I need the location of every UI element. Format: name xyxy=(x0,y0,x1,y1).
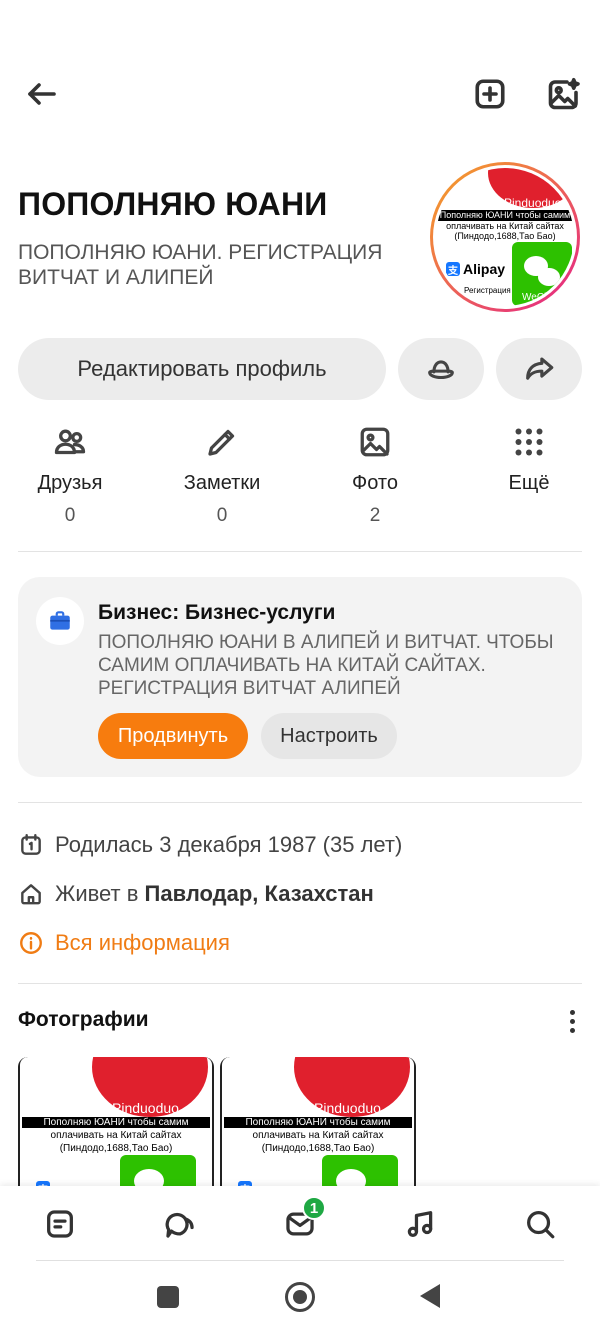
add-photo-sparkle-icon[interactable] xyxy=(540,70,588,118)
chat-bubbles-icon xyxy=(165,1212,194,1238)
profile-name: ПОПОЛНЯЮ ЮАНИ xyxy=(18,186,328,222)
stat-count: 0 xyxy=(64,505,76,526)
profile-status: ПОПОЛНЯЮ ЮАНИ. РЕГИСТРАЦИЯ ВИТЧАТ И АЛИП… xyxy=(18,241,383,289)
nav-feed[interactable] xyxy=(38,1202,82,1246)
birth-info: Родилась 3 декабря 1987 (35 лет) xyxy=(18,830,402,860)
setup-button[interactable]: Настроить xyxy=(261,713,397,759)
profile-actions: Редактировать профиль xyxy=(18,338,582,400)
promo-image: Pinduoduo Пополняю ЮАНИ чтобы самим опла… xyxy=(20,1057,212,1197)
pencil-icon xyxy=(208,429,235,456)
info-icon xyxy=(20,932,42,954)
system-navigation-bar xyxy=(0,1262,600,1332)
edit-profile-button[interactable]: Редактировать профиль xyxy=(18,338,386,400)
divider xyxy=(18,983,582,984)
stat-label: Друзья xyxy=(37,472,103,494)
music-note-icon xyxy=(407,1211,433,1237)
stat-more[interactable]: Ещё xyxy=(454,420,600,505)
stat-photos[interactable]: Фото 2 xyxy=(300,420,450,527)
more-options-icon[interactable] xyxy=(556,1004,588,1038)
system-back-icon[interactable] xyxy=(420,1284,440,1308)
hat-button[interactable] xyxy=(398,338,484,400)
location-info: Живет в Павлодар, Казахстан xyxy=(18,879,374,909)
back-arrow-icon[interactable] xyxy=(18,70,66,118)
add-post-icon[interactable] xyxy=(466,70,514,118)
recent-apps-icon[interactable] xyxy=(157,1286,179,1308)
divider xyxy=(36,1260,564,1261)
nav-search[interactable] xyxy=(518,1202,562,1246)
briefcase-icon xyxy=(36,597,84,645)
feed-icon xyxy=(47,1210,73,1238)
all-info-link[interactable]: Вся информация xyxy=(18,928,230,958)
business-card: Бизнес: Бизнес-услуги ПОПОЛНЯЮ ЮАНИ В АЛ… xyxy=(18,577,582,777)
photo-icon xyxy=(360,427,390,457)
home-button-icon[interactable] xyxy=(285,1282,315,1312)
top-bar xyxy=(0,60,600,128)
home-icon xyxy=(21,884,41,905)
business-title: Бизнес: Бизнес-услуги xyxy=(98,601,336,624)
friends-icon xyxy=(54,429,86,455)
nav-messages[interactable]: 1 xyxy=(278,1196,326,1246)
stat-count: 0 xyxy=(216,505,228,526)
photo-thumbnail[interactable]: Pinduoduo Пополняю ЮАНИ чтобы самим опла… xyxy=(220,1057,416,1197)
promo-image: Pinduoduo Пополняю ЮАНИ чтобы самим опла… xyxy=(222,1057,414,1197)
stat-notes[interactable]: Заметки 0 xyxy=(147,420,297,527)
stat-count: 2 xyxy=(369,505,381,526)
stat-label: Фото xyxy=(352,472,398,494)
divider xyxy=(18,802,582,803)
share-button[interactable] xyxy=(496,338,582,400)
profile-stats: Друзья 0 Заметки 0 Фото 2 Ещё xyxy=(0,420,600,530)
stat-label: Заметки xyxy=(183,472,261,494)
business-description: ПОПОЛНЯЮ ЮАНИ В АЛИПЕЙ И ВИТЧАТ. ЧТОБЫ С… xyxy=(98,632,554,699)
messages-badge: 1 xyxy=(302,1196,326,1220)
photos-section-title: Фотографии xyxy=(18,1008,149,1031)
stat-label: Ещё xyxy=(508,472,550,494)
hat-icon xyxy=(428,360,454,380)
stat-friends[interactable]: Друзья 0 xyxy=(0,420,145,527)
nav-discussions[interactable] xyxy=(158,1202,202,1246)
bottom-navigation: 1 xyxy=(0,1186,600,1262)
photo-thumbnail[interactable]: Pinduoduo Пополняю ЮАНИ чтобы самим опла… xyxy=(18,1057,214,1197)
search-icon xyxy=(527,1211,555,1239)
grid-dots-icon xyxy=(515,428,543,456)
share-arrow-icon xyxy=(526,357,554,380)
avatar[interactable]: Pinduoduo Пополняю ЮАНИ чтобы самим опла… xyxy=(430,162,580,312)
nav-music[interactable] xyxy=(398,1202,442,1246)
avatar-image: Pinduoduo Пополняю ЮАНИ чтобы самим опла… xyxy=(436,168,574,306)
divider xyxy=(18,551,582,552)
promote-button[interactable]: Продвинуть xyxy=(98,713,248,759)
calendar-icon xyxy=(21,834,41,855)
promo-image: Pinduoduo Пополняю ЮАНИ чтобы самим опла… xyxy=(436,168,574,306)
